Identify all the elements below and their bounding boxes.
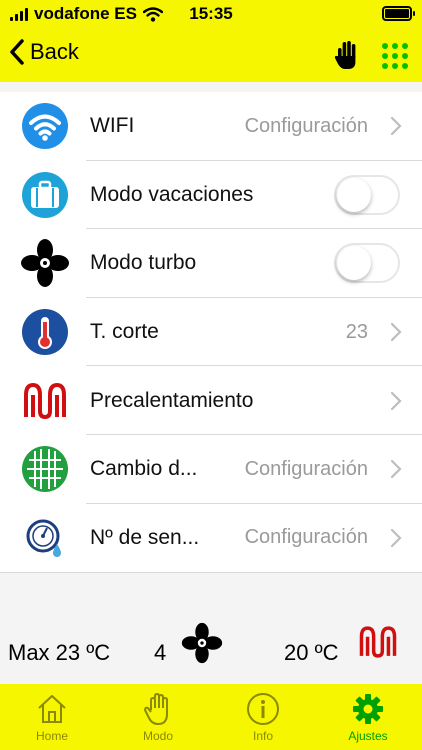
tab-label: Info xyxy=(252,729,273,743)
row-label: Modo vacaciones xyxy=(90,182,254,206)
grid-menu-button[interactable] xyxy=(382,43,408,69)
row-value: Configuración xyxy=(244,526,368,549)
fan-speed-readout: 4 xyxy=(154,640,167,665)
suitcase-icon xyxy=(20,170,70,220)
settings-row-vacation-mode: Modo vacaciones xyxy=(0,161,422,230)
chevron-left-icon xyxy=(10,39,24,65)
thermometer-icon xyxy=(20,307,70,357)
row-label: Modo turbo xyxy=(90,251,197,275)
settings-row-grille[interactable]: Cambio d... Configuración xyxy=(0,435,422,504)
row-value: Configuración xyxy=(244,114,368,137)
settings-row-cutoff-temp[interactable]: T. corte 23 xyxy=(0,298,422,367)
hand-mode-button[interactable] xyxy=(334,40,360,70)
hand-icon xyxy=(144,693,168,725)
row-label: Precalentamiento xyxy=(90,388,254,412)
fan-icon xyxy=(20,238,70,288)
back-button[interactable]: Back xyxy=(8,38,79,66)
back-label: Back xyxy=(30,39,79,64)
settings-list: WIFI Configuración Modo vacaciones Modo … xyxy=(0,92,422,574)
heating-coil-icon xyxy=(20,376,70,426)
row-label: Cambio d... xyxy=(90,457,198,481)
home-icon xyxy=(38,695,66,723)
chevron-right-icon xyxy=(390,391,402,410)
tab-info[interactable]: Info xyxy=(223,692,303,743)
tab-label: Home xyxy=(35,729,68,743)
battery-icon xyxy=(382,6,415,21)
vacation-mode-toggle[interactable] xyxy=(334,174,400,215)
nav-bar: Back xyxy=(0,28,422,82)
sensor-icon xyxy=(20,513,70,563)
turbo-mode-toggle[interactable] xyxy=(334,243,400,284)
chevron-right-icon xyxy=(390,460,402,479)
chevron-right-icon xyxy=(390,528,402,547)
tab-mode[interactable]: Modo xyxy=(118,692,198,743)
row-label: Nº de sen... xyxy=(90,525,200,549)
row-value: 23 xyxy=(345,320,368,343)
max-temp-readout: Max 23 ºC xyxy=(8,640,111,665)
tab-label: Modo xyxy=(142,729,174,743)
gear-icon xyxy=(353,694,383,724)
tab-settings[interactable]: Ajustes xyxy=(328,692,408,743)
settings-row-sensors[interactable]: Nº de sen... Configuración xyxy=(0,504,422,573)
row-label: T. corte xyxy=(90,320,159,344)
tab-home[interactable]: Home xyxy=(12,692,92,743)
status-bar: vodafone ES 15:35 xyxy=(0,0,422,28)
settings-row-preheating[interactable]: Precalentamiento xyxy=(0,366,422,435)
grille-icon xyxy=(20,444,70,494)
tab-label: Ajustes xyxy=(348,729,388,743)
settings-row-turbo-mode: Modo turbo xyxy=(0,229,422,298)
tab-bar: Home Modo Info Ajustes xyxy=(0,684,422,750)
status-summary: Max 23 ºC 4 20 ºC xyxy=(0,622,422,678)
fan-icon xyxy=(181,622,223,664)
chevron-right-icon xyxy=(390,117,402,136)
heating-coil-icon xyxy=(359,626,397,658)
current-temp-readout: 20 ºC xyxy=(284,640,339,665)
clock: 15:35 xyxy=(189,4,233,23)
row-value: Configuración xyxy=(244,457,368,480)
chevron-right-icon xyxy=(390,322,402,342)
row-label: WIFI xyxy=(90,114,135,138)
info-icon xyxy=(247,693,279,725)
settings-row-wifi[interactable]: WIFI Configuración xyxy=(0,92,422,161)
wifi-icon xyxy=(20,101,70,151)
